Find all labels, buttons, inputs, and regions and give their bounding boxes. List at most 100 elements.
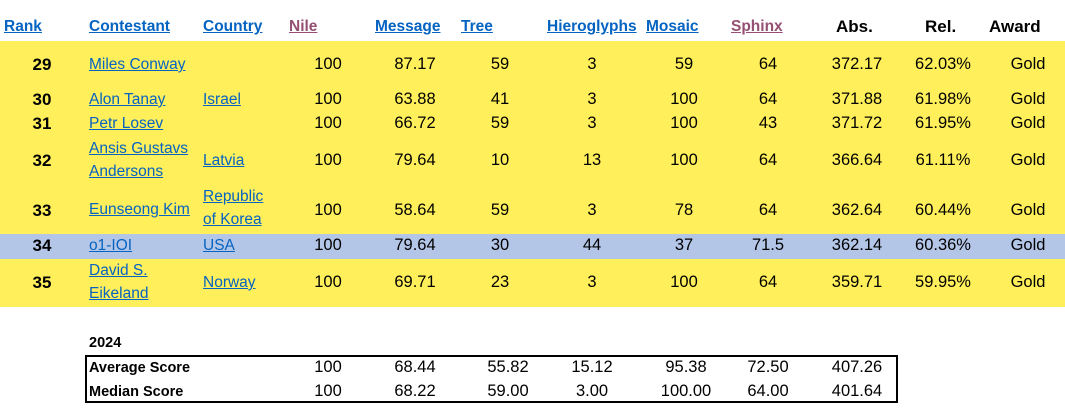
header-sphinx-link[interactable]: Sphinx <box>731 18 783 36</box>
rank-cell: 33 <box>32 201 52 220</box>
sphinx-score: 64 <box>758 201 778 219</box>
contestant-link-line2[interactable]: Eikeland <box>89 283 148 305</box>
mosaic-score: 100 <box>670 90 698 108</box>
sphinx-score: 64 <box>758 55 778 73</box>
table-row: 32 Ansis Gustavs Andersons Latvia 100 79… <box>0 137 1065 185</box>
hieroglyphs-score: 3 <box>587 55 597 73</box>
table-row-highlighted: 34 o1-IOI USA 100 79.64 30 44 37 71.5 36… <box>0 234 1065 259</box>
nile-score: 100 <box>314 201 342 219</box>
contestant-link[interactable]: David S. <box>89 260 148 282</box>
rel-score: 62.03% <box>915 55 971 73</box>
hieroglyphs-score: 3 <box>587 90 597 108</box>
tree-score: 10 <box>490 151 510 169</box>
message-score: 66.72 <box>394 114 436 132</box>
header-country-link[interactable]: Country <box>203 18 262 36</box>
header-message-link[interactable]: Message <box>375 18 440 36</box>
rel-score: 60.44% <box>915 201 971 219</box>
country-link[interactable]: Latvia <box>203 150 244 172</box>
award: Gold <box>1010 236 1046 254</box>
contestant-link[interactable]: Miles Conway <box>89 54 185 76</box>
median-tree: 59.00 <box>487 382 529 400</box>
table-row: 31 Petr Losev 100 66.72 59 3 100 43 371.… <box>0 113 1065 137</box>
sphinx-score: 64 <box>758 273 778 291</box>
mosaic-score: 100 <box>670 151 698 169</box>
country-link[interactable]: Norway <box>203 272 256 294</box>
contestant-link[interactable]: Petr Losev <box>89 113 163 135</box>
rank-cell: 35 <box>32 273 52 292</box>
tree-score: 59 <box>490 201 510 219</box>
tree-score: 41 <box>490 90 510 108</box>
mosaic-score: 78 <box>674 201 694 219</box>
rank-cell: 30 <box>32 90 52 109</box>
contestant-link-line2[interactable]: Andersons <box>89 161 163 183</box>
sphinx-score: 71.5 <box>751 236 785 254</box>
table-row: 33 Eunseong Kim Republic of Korea 100 58… <box>0 185 1065 234</box>
average-nile: 100 <box>314 358 342 376</box>
tree-score: 59 <box>490 55 510 73</box>
average-message: 68.44 <box>394 358 436 376</box>
award: Gold <box>1010 273 1046 291</box>
award: Gold <box>1010 114 1046 132</box>
median-abs: 401.64 <box>831 382 883 400</box>
nile-score: 100 <box>314 151 342 169</box>
contestant-link[interactable]: o1-IOI <box>89 235 132 257</box>
country-link[interactable]: USA <box>203 235 235 257</box>
median-nile: 100 <box>314 382 342 400</box>
message-score: 58.64 <box>394 201 436 219</box>
rel-score: 59.95% <box>915 273 971 291</box>
nile-score: 100 <box>314 55 342 73</box>
mosaic-score: 37 <box>674 236 694 254</box>
message-score: 63.88 <box>394 90 436 108</box>
mosaic-score: 59 <box>674 55 694 73</box>
award: Gold <box>1010 151 1046 169</box>
award: Gold <box>1010 90 1046 108</box>
nile-score: 100 <box>314 90 342 108</box>
sphinx-score: 43 <box>758 114 778 132</box>
average-mosaic: 95.38 <box>665 358 707 376</box>
award: Gold <box>1010 55 1046 73</box>
header-abs: Abs. <box>836 17 873 36</box>
tree-score: 59 <box>490 114 510 132</box>
contestant-link[interactable]: Ansis Gustavs <box>89 138 188 160</box>
abs-score: 371.72 <box>831 114 883 132</box>
mosaic-score: 100 <box>670 273 698 291</box>
rank-cell: 34 <box>32 236 52 255</box>
header-nile-link[interactable]: Nile <box>289 18 317 36</box>
median-score-label: Median Score <box>89 384 184 400</box>
header-hieroglyphs-link[interactable]: Hieroglyphs <box>547 18 637 36</box>
table-row: 35 David S. Eikeland Norway 100 69.71 23… <box>0 259 1065 307</box>
country-link[interactable]: Republic <box>203 186 263 208</box>
nile-score: 100 <box>314 236 342 254</box>
average-tree: 55.82 <box>487 358 529 376</box>
contestant-link[interactable]: Alon Tanay <box>89 89 165 111</box>
median-hieroglyphs: 3.00 <box>575 382 609 400</box>
abs-score: 362.64 <box>831 201 883 219</box>
header-contestant-link[interactable]: Contestant <box>89 18 170 36</box>
header-tree-link[interactable]: Tree <box>461 18 493 36</box>
nile-score: 100 <box>314 114 342 132</box>
header-rank-link[interactable]: Rank <box>4 18 42 36</box>
rel-score: 61.11% <box>915 151 971 169</box>
header-mosaic-link[interactable]: Mosaic <box>646 18 699 36</box>
hieroglyphs-score: 3 <box>587 114 597 132</box>
rel-score: 61.95% <box>915 114 971 132</box>
contestant-link[interactable]: Eunseong Kim <box>89 199 190 221</box>
median-sphinx: 64.00 <box>747 382 789 400</box>
average-sphinx: 72.50 <box>747 358 789 376</box>
rel-score: 61.98% <box>915 90 971 108</box>
abs-score: 359.71 <box>831 273 883 291</box>
nile-score: 100 <box>314 273 342 291</box>
average-abs: 407.26 <box>831 358 883 376</box>
country-link-line2[interactable]: of Korea <box>203 209 262 231</box>
abs-score: 372.17 <box>831 55 883 73</box>
median-mosaic: 100.00 <box>660 382 712 400</box>
hieroglyphs-score: 44 <box>582 236 602 254</box>
message-score: 79.64 <box>394 236 436 254</box>
award: Gold <box>1010 201 1046 219</box>
rank-cell: 32 <box>32 151 52 170</box>
tree-score: 30 <box>490 236 510 254</box>
table-row: 30 Alon Tanay Israel 100 63.88 41 3 100 … <box>0 89 1065 113</box>
rel-score: 60.36% <box>915 236 971 254</box>
country-link[interactable]: Israel <box>203 89 241 111</box>
tree-score: 23 <box>490 273 510 291</box>
